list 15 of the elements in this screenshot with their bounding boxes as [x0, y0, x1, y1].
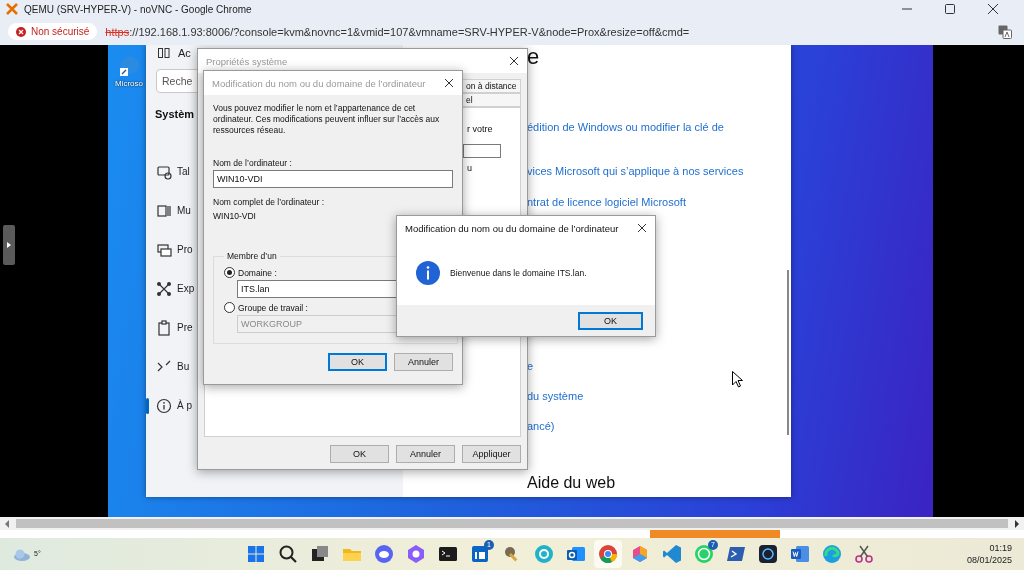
dialog-title: Modification du nom ou du domaine de l’ordinateur — [212, 77, 427, 89]
group-title: Membre d’un — [226, 251, 278, 261]
field-value: WIN10-VDI — [213, 211, 257, 221]
page-heading: e — [527, 45, 541, 69]
dialog-title: Propriétés système — [206, 55, 289, 67]
section-heading: Systèm — [155, 108, 195, 120]
field-label: Nom complet de l’ordinateur : — [213, 197, 326, 207]
dialog-title: Modification du nom ou du domaine de l’ordinateur — [405, 222, 620, 234]
description-text: Vous pouvez modifier le nom et l’appartenance de cet ordinateur. Ces modifications peuvent influer sur l’accès aux ressources réseau. — [213, 103, 441, 136]
field-label: Nom de l’ordinateur : — [213, 158, 293, 168]
panel-text: u — [467, 163, 473, 173]
section-heading: Aide du web — [527, 474, 617, 492]
panel-text: r votre — [467, 124, 494, 134]
window-title: QEMU (SRV-HYPER-V) - noVNC - Google Chrome — [24, 3, 253, 15]
message-text: Bienvenue dans le domaine ITS.lan. — [450, 267, 587, 278]
